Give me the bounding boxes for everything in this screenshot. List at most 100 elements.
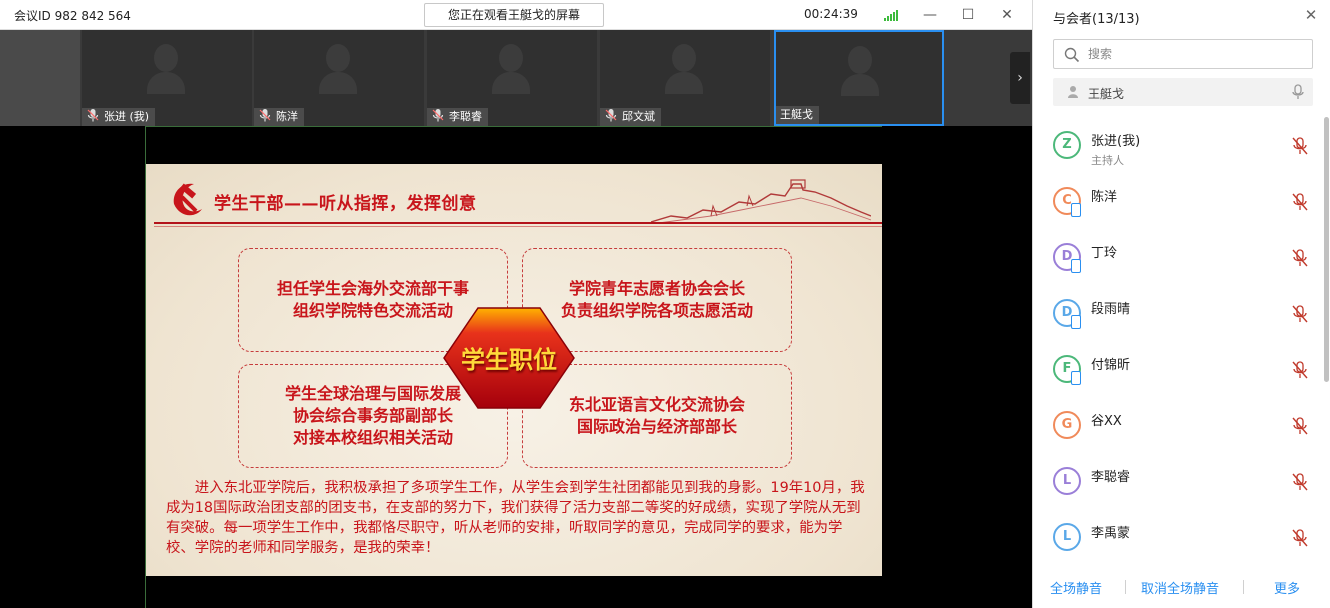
participant-name: 李聪睿 (1091, 470, 1131, 485)
avatar-initial: L (1062, 473, 1072, 488)
top-bar: 会议ID 982 842 564 您正在观看王艇戈的屏幕 00:24:39 — … (0, 0, 1032, 30)
footer-divider (1243, 580, 1244, 594)
more-button[interactable]: 更多 (1274, 578, 1300, 597)
video-tile-nameplate: 陈洋 (254, 108, 304, 126)
participant-role: 主持人 (1091, 154, 1124, 167)
avatar: L (1053, 467, 1081, 495)
slide-paragraph: 进入东北亚学院后，我积极承担了多项学生工作，从学生会到学生社团都能见到我的身影。… (166, 480, 865, 556)
participant-list-scrollbar[interactable] (1324, 117, 1329, 382)
meeting-app: 会议ID 982 842 564 您正在观看王艇戈的屏幕 00:24:39 — … (0, 0, 1330, 608)
close-panel-icon[interactable]: ✕ (1301, 5, 1321, 25)
video-tile-name: 李聪睿 (449, 110, 482, 123)
avatar-initial: G (1061, 417, 1073, 432)
muted-microphone-icon[interactable] (1291, 192, 1309, 212)
video-strip: 张进 (我) 陈洋 李聪睿 邱文斌 王艇戈 › (0, 30, 1032, 126)
avatar: C (1053, 187, 1081, 217)
participant-name: 付锦昕 (1091, 358, 1131, 373)
strip-next-button[interactable]: › (1010, 52, 1030, 104)
mobile-device-icon (1071, 315, 1081, 329)
meeting-id[interactable]: 会议ID 982 842 564 (14, 7, 131, 24)
current-speaker-name: 王艇戈 (1088, 87, 1125, 101)
muted-microphone-icon[interactable] (1291, 304, 1309, 324)
muted-microphone-icon[interactable] (1291, 416, 1309, 436)
position-box-line: 国际政治与经济部部长 (576, 417, 737, 436)
presentation-slide: 学生干部——听从指挥，发挥创意 担任学生会海外交流部干事 组织学院特色交流活动 … (146, 164, 882, 576)
video-tile[interactable]: 王艇戈 (774, 30, 944, 126)
position-box-line: 担任学生会海外交流部干事 (276, 279, 469, 298)
muted-microphone-icon[interactable] (1291, 528, 1309, 548)
person-icon (1068, 86, 1078, 98)
great-wall-illustration (651, 179, 871, 224)
footer-divider (1125, 580, 1126, 594)
participant-row[interactable]: Z 张进(我) 主持人 (1033, 117, 1323, 173)
video-tile-name: 张进 (我) (104, 110, 150, 123)
video-tile-nameplate: 张进 (我) (82, 108, 156, 126)
muted-microphone-icon[interactable] (1291, 472, 1309, 492)
video-tile-name: 邱文斌 (622, 110, 655, 123)
video-tile[interactable]: 邱文斌 (600, 30, 770, 126)
microphone-icon (259, 109, 271, 122)
microphone-icon (432, 109, 444, 122)
avatar: D (1053, 243, 1081, 273)
participant-row[interactable]: D 丁玲 (1033, 229, 1323, 285)
participant-row[interactable]: L 李禹蒙 (1033, 509, 1323, 557)
mobile-device-icon (1071, 371, 1081, 385)
microphone-icon (1292, 84, 1304, 99)
microphone-icon (605, 109, 617, 122)
search-input[interactable] (1088, 44, 1308, 64)
title-divider (154, 222, 882, 224)
participant-name: 李禹蒙 (1091, 526, 1131, 541)
participant-name: 丁玲 (1091, 246, 1118, 261)
video-tile[interactable]: 李聪睿 (427, 30, 597, 126)
participant-row[interactable]: G 谷XX (1033, 397, 1323, 453)
muted-microphone-icon[interactable] (1291, 360, 1309, 380)
avatar-placeholder-icon (147, 44, 185, 94)
avatar-placeholder-icon (492, 44, 530, 94)
unmute-all-button[interactable]: 取消全场静音 (1141, 578, 1219, 597)
participant-name: 陈洋 (1091, 190, 1118, 205)
panel-title: 与会者(13/13) (1053, 12, 1140, 27)
muted-microphone-icon[interactable] (1291, 248, 1309, 268)
search-box[interactable] (1053, 39, 1313, 69)
mute-all-button[interactable]: 全场静音 (1050, 578, 1102, 597)
avatar-initial: Z (1062, 137, 1072, 152)
video-tile-nameplate: 李聪睿 (427, 108, 488, 126)
strip-spacer (0, 30, 80, 126)
video-tile-name: 王艇戈 (780, 108, 813, 121)
avatar: L (1053, 523, 1081, 551)
avatar-placeholder-icon (665, 44, 703, 94)
mobile-device-icon (1071, 259, 1081, 273)
participant-row[interactable]: C 陈洋 (1033, 173, 1323, 229)
avatar-initial: L (1062, 529, 1072, 544)
mobile-device-icon (1071, 203, 1081, 217)
meeting-timer: 00:24:39 (804, 7, 858, 21)
video-tile[interactable]: 陈洋 (254, 30, 424, 126)
maximize-icon[interactable]: ☐ (956, 4, 980, 26)
center-label: 学生职位 (461, 346, 557, 374)
participant-row[interactable]: D 段雨晴 (1033, 285, 1323, 341)
position-box-line: 学院青年志愿者协会会长 (568, 279, 745, 298)
avatar: D (1053, 299, 1081, 329)
avatar: Z (1053, 131, 1081, 159)
muted-microphone-icon[interactable] (1291, 136, 1309, 156)
participant-name: 段雨晴 (1091, 302, 1131, 317)
microphone-icon (87, 109, 99, 122)
minimize-icon[interactable]: — (918, 4, 942, 26)
video-tile[interactable]: 张进 (我) (82, 30, 252, 126)
avatar-placeholder-icon (841, 46, 879, 96)
participants-panel: 与会者(13/13) ✕ 王艇戈 Z 张进(我) 主持人 C 陈洋 D 丁玲 D 段雨晴 F 付锦昕… (1032, 0, 1330, 608)
participant-list: Z 张进(我) 主持人 C 陈洋 D 丁玲 D 段雨晴 F 付锦昕 G 谷XX L 李聪睿 L 李禹蒙 (1033, 117, 1330, 557)
participant-row[interactable]: F 付锦昕 (1033, 341, 1323, 397)
current-speaker-bar: 王艇戈 (1053, 78, 1313, 106)
panel-footer: 全场静音 取消全场静音 更多 (1033, 568, 1330, 606)
participant-row[interactable]: L 李聪睿 (1033, 453, 1323, 509)
position-box-line: 对接本校组织相关活动 (292, 428, 453, 447)
signal-strength-icon[interactable] (884, 9, 900, 21)
search-icon (1064, 47, 1080, 63)
close-icon[interactable]: ✕ (995, 4, 1019, 26)
hammer-sickle-icon (173, 183, 202, 216)
shared-screen-area: 学生干部——听从指挥，发挥创意 担任学生会海外交流部干事 组织学院特色交流活动 … (0, 126, 1032, 608)
slide-title: 学生干部——听从指挥，发挥创意 (214, 194, 477, 214)
viewing-screen-label: 您正在观看王艇戈的屏幕 (424, 3, 604, 27)
video-tile-name: 陈洋 (276, 110, 298, 123)
